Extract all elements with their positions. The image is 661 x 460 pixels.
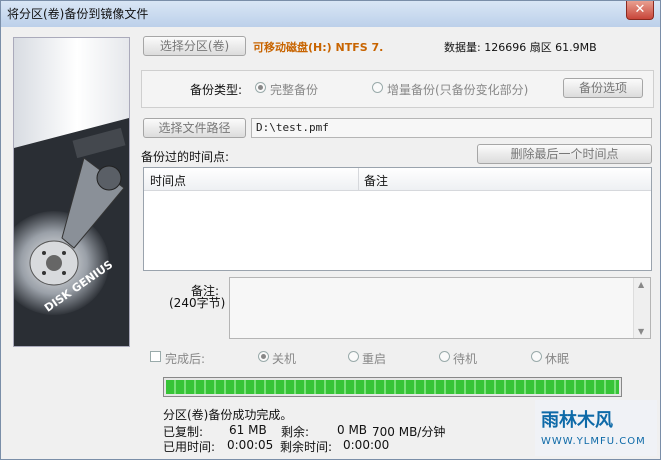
history-label: 备份过的时间点:: [141, 150, 230, 164]
incremental-backup-radio[interactable]: [372, 82, 383, 93]
disk-illustration: DISK GENIUS: [1, 37, 130, 347]
column-note[interactable]: 备注: [364, 172, 388, 189]
restart-label: 重启: [362, 352, 387, 366]
partition-size: 数据量: 126696 扇区 61.9MB: [444, 41, 597, 54]
restart-radio[interactable]: [348, 351, 359, 362]
memo-scrollbar[interactable]: ▲ ▼: [633, 278, 650, 338]
incremental-backup-label: 增量备份(只备份变化部分): [387, 83, 529, 97]
scroll-up-icon[interactable]: ▲: [638, 280, 644, 289]
hibernate-label: 休眠: [545, 352, 570, 366]
full-backup-radio[interactable]: [255, 82, 266, 93]
shutdown-label: 关机: [272, 352, 297, 366]
remaining-value: 0 MB: [337, 423, 368, 437]
select-partition-button[interactable]: 选择分区(卷): [143, 36, 246, 56]
remaining-time-value: 0:00:00: [343, 438, 390, 452]
column-time-point[interactable]: 时间点: [150, 172, 186, 189]
status-message: 分区(卷)备份成功完成。: [163, 408, 293, 422]
backup-type-label: 备份类型:: [190, 83, 243, 97]
progress-fill: [166, 380, 619, 394]
file-path-field[interactable]: D:\test.pmf: [251, 118, 652, 138]
title-bar: 将分区(卷)备份到镜像文件 ✕: [1, 1, 660, 27]
progress-bar: [163, 377, 622, 397]
remaining-time-label: 剩余时间:: [280, 440, 333, 454]
after-completion-label: 完成后:: [165, 352, 206, 366]
standby-label: 待机: [453, 352, 478, 366]
watermark-url: WWW.YLMFU.COM: [541, 436, 646, 447]
table-header: 时间点 备注: [144, 168, 651, 191]
delete-last-point-button[interactable]: 删除最后一个时间点: [477, 144, 652, 164]
backup-dialog: 将分区(卷)备份到镜像文件 ✕ DISK GENIUS 选择分区(卷) 可移动磁…: [0, 0, 661, 460]
memo-textarea[interactable]: ▲ ▼: [229, 277, 651, 339]
copied-value: 61 MB: [229, 423, 267, 437]
standby-radio[interactable]: [439, 351, 450, 362]
scroll-down-icon[interactable]: ▼: [638, 327, 644, 336]
hibernate-radio[interactable]: [531, 351, 542, 362]
select-file-path-button[interactable]: 选择文件路径: [143, 118, 246, 138]
window-title: 将分区(卷)备份到镜像文件: [7, 7, 149, 21]
elapsed-label: 已用时间:: [163, 440, 216, 454]
history-table[interactable]: 时间点 备注: [143, 167, 652, 271]
watermark: 雨林木风 WWW.YLMFU.COM: [535, 400, 657, 456]
close-button[interactable]: ✕: [626, 1, 654, 20]
partition-name: 可移动磁盘(H:) NTFS 7.: [253, 41, 384, 54]
after-completion-checkbox[interactable]: [150, 351, 161, 362]
full-backup-label: 完整备份: [270, 83, 319, 97]
backup-options-button[interactable]: 备份选项: [563, 78, 643, 98]
hard-disk-icon: [1, 118, 129, 346]
elapsed-value: 0:00:05: [227, 438, 274, 452]
shutdown-radio[interactable]: [258, 351, 269, 362]
memo-sublabel: (240字节): [169, 296, 226, 310]
watermark-text: 雨林木风: [541, 410, 613, 431]
